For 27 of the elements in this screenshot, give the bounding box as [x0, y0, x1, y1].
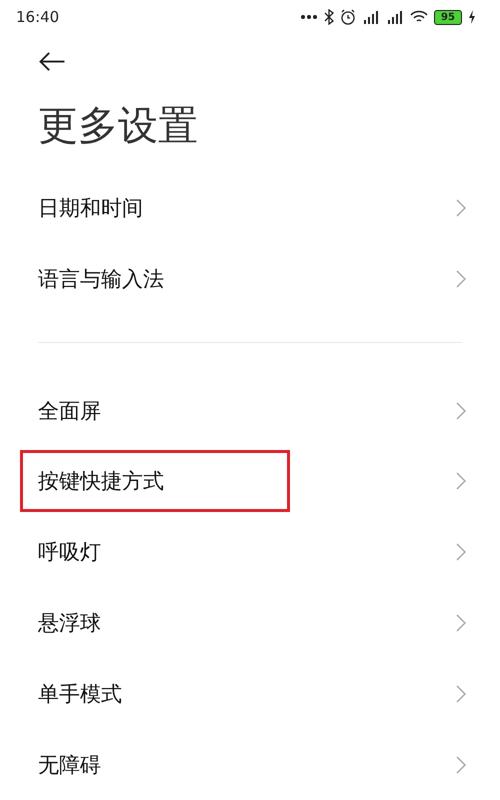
chevron-icon	[456, 472, 466, 490]
settings-item[interactable]: 悬浮球	[0, 588, 500, 658]
chevron-icon	[456, 543, 466, 562]
chevron-icon	[456, 402, 466, 420]
battery-level: 95	[434, 10, 462, 25]
settings-item[interactable]: 全面屏	[0, 375, 500, 446]
chevron-icon	[456, 684, 466, 703]
status-time: 16:40	[16, 8, 60, 26]
settings-item[interactable]: 语言与输入法	[0, 243, 500, 314]
chevron-icon	[456, 756, 466, 774]
more-icon	[300, 14, 318, 20]
settings-item[interactable]: 单手模式	[0, 658, 500, 730]
signal-icon	[362, 10, 380, 24]
wifi-icon	[410, 10, 428, 24]
back-icon[interactable]	[38, 52, 66, 72]
signal-icon	[386, 10, 404, 24]
page-title: 更多设置	[38, 102, 199, 151]
settings-item[interactable]: 日期和时间	[0, 172, 500, 244]
chevron-icon	[456, 614, 466, 632]
alarm-icon	[340, 9, 356, 26]
charging-icon	[468, 10, 476, 24]
settings-item[interactable]: 按键快捷方式	[0, 446, 500, 517]
chevron-icon	[456, 270, 466, 288]
settings-item[interactable]: 无障碍	[0, 729, 500, 800]
settings-item[interactable]: 呼吸灯	[0, 516, 500, 588]
bluetooth-icon	[324, 9, 334, 26]
chevron-icon	[456, 199, 466, 217]
